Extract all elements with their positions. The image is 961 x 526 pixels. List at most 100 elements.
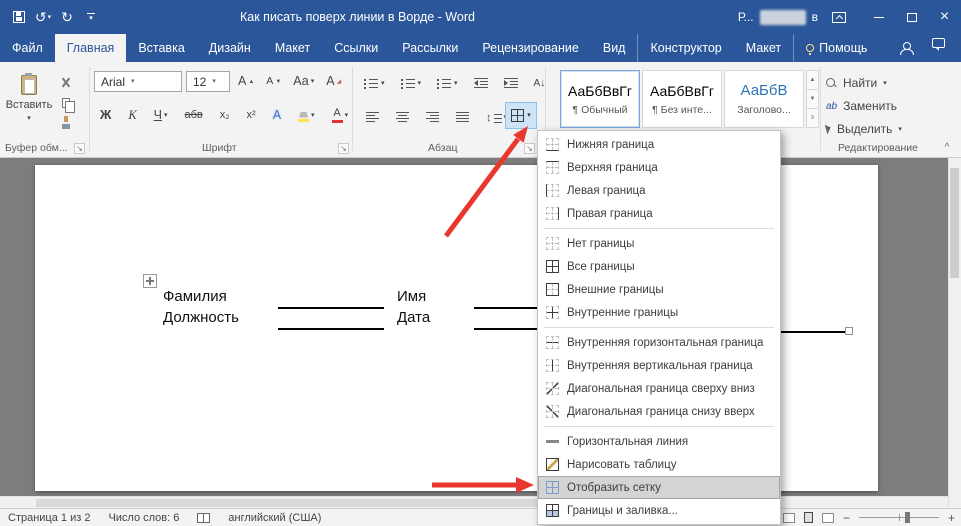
replace-button[interactable]: ab Заменить bbox=[826, 97, 897, 115]
paste-button[interactable]: Вставить ▾ bbox=[6, 68, 52, 140]
save-button[interactable] bbox=[8, 5, 30, 29]
read-mode-button[interactable] bbox=[783, 513, 795, 523]
menu-item-inside-vertical-border[interactable]: Внутренняя вертикальная граница bbox=[538, 354, 780, 377]
close-button[interactable]: × bbox=[928, 0, 961, 34]
proofing-icon[interactable] bbox=[197, 513, 210, 523]
vertical-scrollbar-thumb[interactable] bbox=[950, 168, 959, 278]
tab-table-layout[interactable]: Макет bbox=[734, 34, 794, 62]
minimize-button[interactable] bbox=[862, 0, 895, 34]
menu-item-inside-horizontal-border[interactable]: Внутренняя горизонтальная граница bbox=[538, 331, 780, 354]
style-heading1[interactable]: АаБбВ Заголово... bbox=[724, 70, 804, 128]
font-size-combo[interactable]: 12 ▾ bbox=[186, 71, 230, 92]
style-no-spacing[interactable]: АаБбВвГг ¶ Без инте... bbox=[642, 70, 722, 128]
tab-home[interactable]: Главная bbox=[55, 34, 127, 62]
font-name-combo[interactable]: Arial ▾ bbox=[94, 71, 182, 92]
font-color-button[interactable]: А▾ bbox=[328, 105, 353, 126]
maximize-button[interactable] bbox=[895, 0, 928, 34]
table-cell-text[interactable]: Дата bbox=[397, 309, 430, 326]
tab-design[interactable]: Дизайн bbox=[197, 34, 263, 62]
menu-item-draw-table[interactable]: Нарисовать таблицу bbox=[538, 453, 780, 476]
decrease-indent-button[interactable] bbox=[470, 73, 492, 94]
clear-formatting-button[interactable]: А◢ bbox=[322, 71, 345, 92]
tab-references[interactable]: Ссылки bbox=[322, 34, 390, 62]
tab-insert[interactable]: Вставка bbox=[126, 34, 196, 62]
undo-button[interactable]: ↺▾ bbox=[32, 5, 54, 29]
word-count[interactable]: Число слов: 6 bbox=[108, 512, 179, 524]
styles-more-icon[interactable]: ≡ bbox=[806, 109, 819, 128]
tab-layout[interactable]: Макет bbox=[263, 34, 322, 62]
styles-gallery-scroll[interactable]: ▲ ▼ ≡ bbox=[806, 70, 819, 128]
comments-icon[interactable] bbox=[932, 38, 945, 48]
text-effects-button[interactable]: А bbox=[269, 105, 285, 126]
table-resize-handle[interactable] bbox=[845, 327, 853, 335]
cut-button[interactable] bbox=[56, 74, 75, 91]
menu-item-inside-borders[interactable]: Внутренние границы bbox=[538, 301, 780, 324]
table-move-handle[interactable] bbox=[143, 274, 157, 288]
tab-help[interactable]: Помощь bbox=[794, 34, 879, 62]
increase-indent-button[interactable] bbox=[500, 73, 522, 94]
table-cell-text[interactable]: Фамилия bbox=[163, 288, 227, 305]
align-right-button[interactable] bbox=[422, 107, 443, 128]
menu-item-top-border[interactable]: Верхняя граница bbox=[538, 156, 780, 179]
clipboard-dialog-launcher[interactable]: ↘ bbox=[74, 143, 85, 154]
find-button[interactable]: Найти ▾ bbox=[826, 74, 887, 92]
copy-button[interactable] bbox=[56, 94, 75, 111]
qat-customize-button[interactable]: ▾ bbox=[80, 5, 102, 29]
numbering-button[interactable]: ▾ bbox=[397, 73, 426, 94]
zoom-out-button[interactable]: − bbox=[843, 512, 850, 524]
menu-item-diagonal-down-border[interactable]: Диагональная граница сверху вниз bbox=[538, 377, 780, 400]
vertical-scrollbar[interactable] bbox=[948, 158, 961, 508]
borders-button[interactable]: ▾ bbox=[505, 102, 537, 129]
sort-button[interactable]: А↓ bbox=[530, 73, 550, 94]
bullets-button[interactable]: ▾ bbox=[360, 73, 389, 94]
multilevel-list-button[interactable]: ▾ bbox=[433, 73, 462, 94]
web-layout-button[interactable] bbox=[822, 513, 834, 523]
menu-item-bottom-border[interactable]: Нижняя граница bbox=[538, 133, 780, 156]
menu-item-view-gridlines[interactable]: Отобразить сетку bbox=[538, 476, 780, 499]
style-normal[interactable]: АаБбВвГг ¶ Обычный bbox=[560, 70, 640, 128]
menu-item-diagonal-up-border[interactable]: Диагональная граница снизу вверх bbox=[538, 400, 780, 423]
redo-button[interactable]: ↻ bbox=[56, 5, 78, 29]
styles-scroll-down-icon[interactable]: ▼ bbox=[806, 90, 819, 109]
ribbon-display-options-icon[interactable] bbox=[832, 12, 846, 23]
tab-table-design[interactable]: Конструктор bbox=[637, 34, 733, 62]
language-indicator[interactable]: английский (США) bbox=[228, 512, 321, 524]
print-layout-button[interactable] bbox=[804, 512, 813, 523]
justify-button[interactable] bbox=[452, 107, 473, 128]
subscript-button[interactable]: х₂ bbox=[216, 105, 234, 126]
highlight-button[interactable]: ▾ bbox=[294, 105, 319, 126]
menu-item-outside-borders[interactable]: Внешние границы bbox=[538, 278, 780, 301]
paragraph-dialog-launcher[interactable]: ↘ bbox=[524, 143, 535, 154]
format-painter-button[interactable] bbox=[56, 114, 75, 131]
horizontal-scrollbar-thumb[interactable] bbox=[36, 499, 556, 507]
zoom-in-button[interactable]: + bbox=[948, 512, 955, 524]
table-cell-text[interactable]: Имя bbox=[397, 288, 426, 305]
font-dialog-launcher[interactable]: ↘ bbox=[338, 143, 349, 154]
superscript-button[interactable]: х² bbox=[243, 105, 260, 126]
strikethrough-button[interactable]: абв bbox=[180, 105, 206, 126]
collapse-ribbon-icon[interactable]: ^ bbox=[938, 141, 956, 154]
change-case-button[interactable]: Аа▾ bbox=[289, 71, 318, 92]
menu-item-all-borders[interactable]: Все границы bbox=[538, 255, 780, 278]
menu-item-borders-and-shading[interactable]: Границы и заливка... bbox=[538, 499, 780, 522]
grow-font-button[interactable]: А▲ bbox=[234, 71, 258, 92]
account-icon[interactable] bbox=[900, 42, 912, 55]
menu-item-no-border[interactable]: Нет границы bbox=[538, 232, 780, 255]
tab-file[interactable]: Файл bbox=[0, 34, 55, 62]
align-left-button[interactable] bbox=[362, 107, 383, 128]
menu-item-horizontal-line[interactable]: Горизонтальная линия bbox=[538, 430, 780, 453]
page-indicator[interactable]: Страница 1 из 2 bbox=[8, 512, 90, 524]
shrink-font-button[interactable]: А▼ bbox=[262, 71, 285, 92]
tab-mailings[interactable]: Рассылки bbox=[390, 34, 470, 62]
tab-review[interactable]: Рецензирование bbox=[470, 34, 591, 62]
menu-item-right-border[interactable]: Правая граница bbox=[538, 202, 780, 225]
underline-button[interactable]: Ч▾ bbox=[150, 105, 172, 126]
zoom-slider-thumb[interactable] bbox=[905, 512, 910, 523]
tab-view[interactable]: Вид bbox=[591, 34, 638, 62]
italic-button[interactable]: К bbox=[124, 105, 140, 126]
table-cell-text[interactable]: Должность bbox=[163, 309, 239, 326]
zoom-slider[interactable] bbox=[859, 517, 939, 518]
menu-item-left-border[interactable]: Левая граница bbox=[538, 179, 780, 202]
bold-button[interactable]: Ж bbox=[96, 105, 115, 126]
styles-scroll-up-icon[interactable]: ▲ bbox=[806, 70, 819, 90]
